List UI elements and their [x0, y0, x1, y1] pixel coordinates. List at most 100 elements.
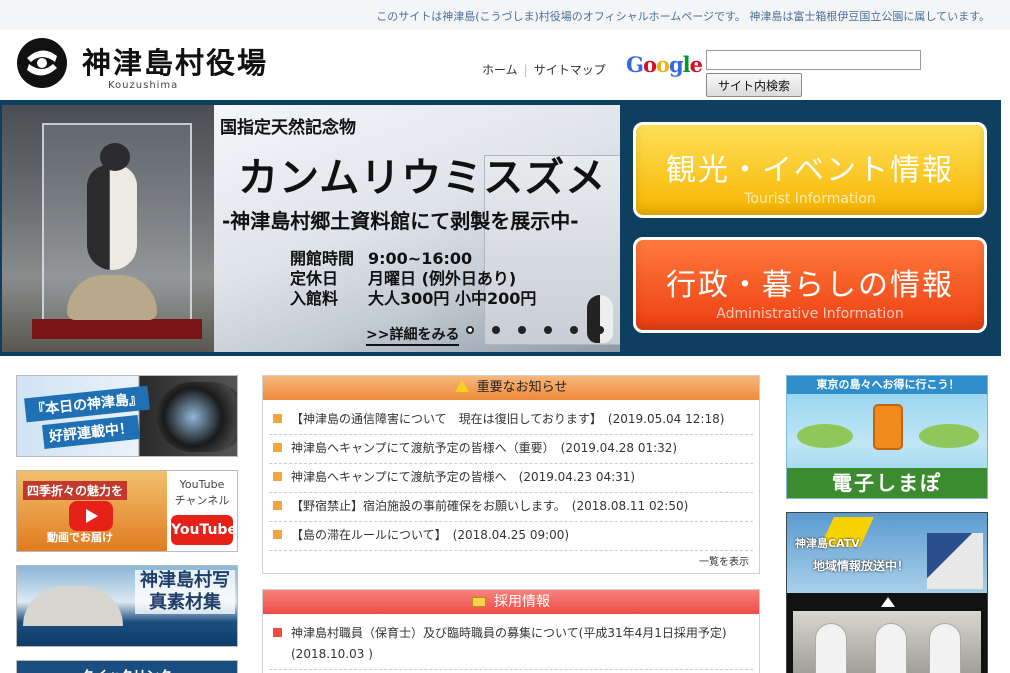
- news-item-text: 【野宿禁止】宿泊施設の事前確保をお願いします。 (2018.08.11 02:5…: [291, 499, 689, 513]
- bird-icon: [587, 295, 613, 343]
- hero-kicker: 国指定天然記念物: [220, 118, 356, 138]
- play-icon: [69, 501, 113, 531]
- banner-text: 四季折々の魅力を: [23, 481, 128, 500]
- hero-info-row: 開館時間 9:00~16:00: [290, 249, 536, 269]
- photo-materials-banner[interactable]: 神津島村写真素材集: [16, 565, 238, 647]
- person-image: [815, 623, 847, 673]
- admin-button-sublabel: Administrative Information: [716, 306, 904, 322]
- panel-title: 採用情報: [494, 594, 550, 610]
- news-item-text: 神津島村職員（保育士）及び臨時職員の募集について(平成31年4月1日採用予定) …: [291, 626, 739, 661]
- tourist-button-label: 観光・イベント情報: [666, 153, 954, 188]
- slide-dot[interactable]: [570, 326, 578, 334]
- hero-details-link[interactable]: >>詳細をみる: [366, 324, 460, 346]
- nav-home-link[interactable]: ホーム: [482, 63, 518, 77]
- google-letter: g: [668, 52, 684, 77]
- nav-sitemap-link[interactable]: サイトマップ: [534, 63, 606, 77]
- google-logo: Google: [626, 52, 703, 77]
- bullet-icon: [273, 628, 282, 637]
- news-item-text: 【神津島の通信障害について 現在は復旧しております】 (2019.05.04 1…: [291, 412, 725, 426]
- camera-lens-icon: [157, 382, 237, 452]
- banner-text: 動画でお届け: [47, 531, 113, 544]
- youtube-logo-icon: YouTube: [171, 515, 237, 545]
- banner-text: 好評連載中！: [42, 415, 140, 449]
- site-title[interactable]: 神津島村役場: [82, 40, 268, 82]
- panel-title: 重要なお知らせ: [476, 380, 568, 395]
- header-nav: ホーム | サイトマップ: [482, 61, 606, 78]
- hero-info-value: 9:00~16:00: [368, 249, 473, 268]
- site-title-roman: Kouzushima: [108, 80, 179, 91]
- person-image: [875, 623, 907, 673]
- island-image: [919, 424, 979, 448]
- folder-icon: [472, 597, 486, 607]
- banner-text: チャンネル: [174, 494, 230, 507]
- banner-text: 神津島村写真素材集: [135, 570, 235, 614]
- bullet-icon: [273, 501, 282, 510]
- banner-text: 東京の島々へお得に行こう！: [787, 376, 987, 394]
- site-search-input[interactable]: [706, 50, 921, 70]
- google-letter: G: [626, 52, 644, 77]
- news-item-text: 神津島へキャンプにて渡航予定の皆様へ (2019.04.23 04:31): [291, 470, 636, 484]
- recruitment-header: 採用情報: [263, 590, 759, 614]
- catv-video-still: [793, 611, 981, 673]
- bullet-icon: [273, 443, 282, 452]
- hero-headline: カンムリウミスズメ: [238, 155, 607, 201]
- youtube-banner-image: 四季折々の魅力を 動画でお届け: [17, 471, 167, 551]
- administrative-information-button[interactable]: 行政・暮らしの情報 Administrative Information: [633, 237, 987, 333]
- slider-pagination: [466, 326, 604, 334]
- view-all-link[interactable]: 一覧を表示: [699, 553, 749, 568]
- top-info-bar: このサイトは神津島(こうづしま)村役場のオフィシャルホームページです。 神津島は…: [0, 0, 1010, 30]
- hero-slide-banner[interactable]: 国指定天然記念物 カンムリウミスズメ -神津島村郷土資料館にて剥製を展示中- 開…: [2, 105, 620, 352]
- important-notices-list: 【神津島の通信障害について 現在は復旧しております】 (2019.05.04 1…: [263, 400, 759, 551]
- hero-info-value: 大人300円 小中200円: [368, 289, 537, 308]
- person-image: [929, 623, 961, 673]
- bullet-icon: [273, 472, 282, 481]
- banner-text: クイックリンク: [81, 665, 172, 673]
- banner-text: 電子しまぽ: [787, 468, 987, 498]
- recruitment-panel: 採用情報 神津島村職員（保育士）及び臨時職員の募集について(平成31年4月1日採…: [262, 589, 760, 673]
- news-item[interactable]: 神津島へキャンプにて渡航予定の皆様へ (2019.04.23 04:31): [269, 464, 753, 493]
- google-letter: l: [682, 52, 691, 77]
- slide-dot[interactable]: [492, 326, 500, 334]
- slide-dot[interactable]: [596, 326, 604, 334]
- house-image: [927, 533, 983, 589]
- youtube-channel-banner[interactable]: 四季折々の魅力を 動画でお届け YouTube チャンネル YouTube: [16, 470, 238, 552]
- bullet-icon: [273, 414, 282, 423]
- hero-info-block: 開館時間 9:00~16:00 定休日 月曜日 (例外日あり) 入館料 大人300円 …: [290, 249, 536, 309]
- hero-info-key: 入館料: [290, 289, 339, 308]
- case-base: [32, 319, 202, 339]
- tourist-information-button[interactable]: 観光・イベント情報 Tourist Information: [633, 122, 987, 218]
- recruitment-list: 神津島村職員（保育士）及び臨時職員の募集について(平成31年4月1日採用予定) …: [263, 614, 759, 670]
- news-item[interactable]: 【神津島の通信障害について 現在は復旧しております】 (2019.05.04 1…: [269, 406, 753, 435]
- banner-text: YouTube: [179, 478, 225, 491]
- google-letter: o: [655, 52, 670, 77]
- hero-info-row: 定休日 月曜日 (例外日あり): [290, 269, 536, 289]
- hero-info-row: 入館料 大人300円 小中200円: [290, 289, 536, 309]
- news-item[interactable]: 神津島へキャンプにて渡航予定の皆様へ（重要） (2019.04.28 01:32…: [269, 435, 753, 464]
- news-item[interactable]: 神津島村職員（保育士）及び臨時職員の募集について(平成31年4月1日採用予定) …: [269, 620, 753, 670]
- daily-kouzushima-banner[interactable]: 『本日の神津島』 好評連載中！: [16, 375, 238, 457]
- stuffed-bird-photo: [2, 105, 214, 352]
- e-shimapo-banner[interactable]: 東京の島々へお得に行こう！ 電子しまぽ: [786, 375, 988, 499]
- important-notices-header: 重要なお知らせ: [263, 376, 759, 400]
- news-item[interactable]: 【野宿禁止】宿泊施設の事前確保をお願いします。 (2018.08.11 02:5…: [269, 493, 753, 522]
- warning-icon: [454, 380, 469, 392]
- smartphone-icon: [873, 404, 903, 450]
- important-notices-panel: 重要なお知らせ 【神津島の通信障害について 現在は復旧しております】 (2019…: [262, 375, 760, 574]
- hero-info-key: 開館時間: [290, 249, 355, 268]
- site-description: このサイトは神津島(こうづしま)村役場のオフィシャルホームページです。 神津島は…: [376, 10, 990, 23]
- site-search-button[interactable]: サイト内検索: [706, 73, 802, 97]
- quick-link-banner[interactable]: クイックリンク: [16, 660, 238, 673]
- google-letter: e: [689, 52, 703, 77]
- slide-dot[interactable]: [518, 326, 526, 334]
- mountain-image: [23, 586, 123, 626]
- news-item-text: 神津島へキャンプにて渡航予定の皆様へ（重要） (2019.04.28 01:32…: [291, 441, 678, 455]
- island-image: [797, 424, 853, 448]
- news-item[interactable]: 【島の滞在ルールについて】 (2018.04.25 09:00): [269, 522, 753, 551]
- village-emblem-icon[interactable]: [15, 36, 69, 90]
- slide-dot[interactable]: [544, 326, 552, 334]
- hero-info-key: 定休日: [290, 269, 339, 288]
- hero-subheadline: -神津島村郷土資料館にて剥製を展示中-: [222, 209, 579, 233]
- nav-separator: |: [523, 63, 528, 77]
- catv-banner[interactable]: 神津島CATV 地域情報放送中！: [786, 512, 988, 673]
- slide-dot[interactable]: [466, 326, 474, 334]
